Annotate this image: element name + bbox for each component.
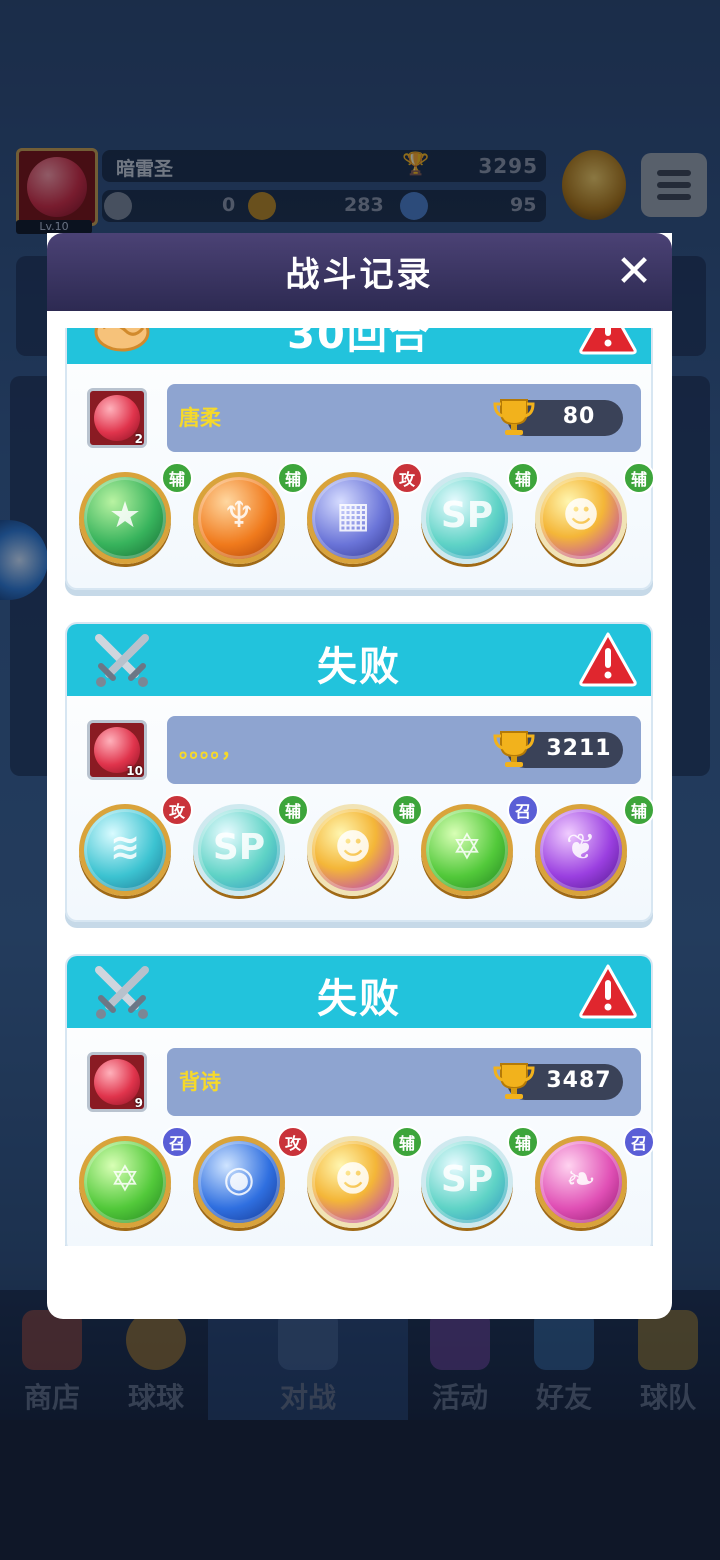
battle-record: 失败 10 。。。。， 3211 ≋ 攻 SP 辅 ☻ 辅 ✡ 召 ❦ 辅 <box>65 622 655 922</box>
grid-glyph-icon: ▦ <box>335 495 370 536</box>
sp-glyph-icon: SP <box>212 827 266 868</box>
trophy-icon <box>493 731 535 767</box>
opponent-avatar[interactable]: 9 <box>87 1052 147 1112</box>
rainbow-face-ball-icon[interactable]: ☻ <box>535 472 627 564</box>
battle-record: 失败 9 背诗 3487 ✡ 召 ◉ 攻 ☻ 辅 SP 辅 ❧ 召 <box>65 954 655 1246</box>
face-glyph-icon: ☻ <box>562 495 600 536</box>
modal-title: 战斗记录 <box>285 255 434 295</box>
role-badge: 攻 <box>161 794 193 826</box>
report-warning-icon[interactable] <box>577 328 639 356</box>
opponent-trophies: 3487 <box>546 1068 612 1093</box>
ball-lineup: ★ 辅 ♆ 辅 ▦ 攻 SP 辅 ☻ 辅 <box>79 462 655 572</box>
record-result: 失败 <box>317 644 401 690</box>
role-badge: 召 <box>623 1126 655 1158</box>
opponent-level: 2 <box>134 432 143 446</box>
role-badge: 辅 <box>391 1126 423 1158</box>
opponent-name: 唐柔 <box>179 406 221 430</box>
report-warning-icon[interactable] <box>577 630 639 688</box>
sp-glyph-icon: SP <box>440 495 494 536</box>
purple-leaf-ball-icon[interactable]: ❦ <box>535 804 627 896</box>
role-badge: 辅 <box>277 794 309 826</box>
role-badge: 辅 <box>391 794 423 826</box>
opponent-trophy-pill: 80 <box>493 399 623 436</box>
opponent-row: 10 。。。。， 3211 <box>85 716 641 784</box>
fire-orb-icon <box>94 395 140 441</box>
role-badge: 攻 <box>277 1126 309 1158</box>
fire-orb-icon <box>94 1059 140 1105</box>
orange-wing-ball-icon[interactable]: ♆ <box>193 472 285 564</box>
leaf-glyph-icon: ❦ <box>565 827 597 868</box>
opponent-level: 10 <box>126 764 143 778</box>
sp-hands-ball-icon[interactable]: SP <box>421 472 513 564</box>
opponent-info-bar: 背诗 3487 <box>167 1048 641 1116</box>
opponent-info-bar: 唐柔 80 <box>167 384 641 452</box>
ball-lineup: ✡ 召 ◉ 攻 ☻ 辅 SP 辅 ❧ 召 <box>79 1126 655 1236</box>
feather-glyph-icon: ❧ <box>565 1159 597 1200</box>
close-button[interactable]: ✕ <box>609 247 659 297</box>
record-header: 失败 <box>67 624 651 696</box>
opponent-avatar[interactable]: 2 <box>87 388 147 448</box>
report-warning-icon[interactable] <box>577 962 639 1020</box>
green-star-ball-icon[interactable]: ★ <box>79 472 171 564</box>
role-badge: 辅 <box>277 462 309 494</box>
sp-glyph-icon: SP <box>440 1159 494 1200</box>
green-hexagram-ball-icon[interactable]: ✡ <box>421 804 513 896</box>
record-list[interactable]: 30回合 2 唐柔 80 ★ 辅 ♆ 辅 ▦ 攻 SP 辅 ☻ 辅 失败 10 … <box>47 328 672 1246</box>
opponent-trophy-pill: 3487 <box>493 1063 623 1100</box>
role-badge: 辅 <box>623 794 655 826</box>
wing-glyph-icon: ♆ <box>222 495 256 536</box>
record-result: 失败 <box>317 976 401 1022</box>
trophy-icon <box>493 1063 535 1099</box>
pink-feather-ball-icon[interactable]: ❧ <box>535 1136 627 1228</box>
opponent-row: 9 背诗 3487 <box>85 1048 641 1116</box>
role-badge: 辅 <box>623 462 655 494</box>
opponent-name: 背诗 <box>179 1070 221 1094</box>
ball-lineup: ≋ 攻 SP 辅 ☻ 辅 ✡ 召 ❦ 辅 <box>79 794 655 904</box>
record-header: 失败 <box>67 956 651 1028</box>
record-header: 30回合 <box>67 328 651 364</box>
opponent-row: 2 唐柔 80 <box>85 384 641 452</box>
opponent-trophies: 80 <box>562 404 596 429</box>
opponent-trophies: 3211 <box>546 736 612 761</box>
star-glyph-icon: ★ <box>108 495 142 536</box>
record-result: 30回合 <box>287 328 431 358</box>
role-badge: 辅 <box>161 462 193 494</box>
sp-hands-ball-icon[interactable]: SP <box>421 1136 513 1228</box>
blue-grid-ball-icon[interactable]: ▦ <box>307 472 399 564</box>
opponent-trophy-pill: 3211 <box>493 731 623 768</box>
role-badge: 辅 <box>507 1126 539 1158</box>
face-glyph-icon: ☻ <box>334 827 372 868</box>
vortex-glyph-icon: ◉ <box>223 1159 255 1200</box>
opponent-info-bar: 。。。。， 3211 <box>167 716 641 784</box>
rainbow-face-ball-icon[interactable]: ☻ <box>307 804 399 896</box>
opponent-level: 9 <box>134 1096 143 1110</box>
tornado-glyph-icon: ≋ <box>109 827 141 868</box>
role-badge: 攻 <box>391 462 423 494</box>
opponent-name: 。。。。， <box>179 738 242 762</box>
rainbow-face-ball-icon[interactable]: ☻ <box>307 1136 399 1228</box>
role-badge: 召 <box>507 794 539 826</box>
blue-vortex-ball-icon[interactable]: ◉ <box>193 1136 285 1228</box>
hexagram-glyph-icon: ✡ <box>109 1159 141 1200</box>
role-badge: 召 <box>161 1126 193 1158</box>
cyan-tornado-ball-icon[interactable]: ≋ <box>79 804 171 896</box>
sp-hands-ball-icon[interactable]: SP <box>193 804 285 896</box>
battle-record: 30回合 2 唐柔 80 ★ 辅 ♆ 辅 ▦ 攻 SP 辅 ☻ 辅 <box>65 328 655 590</box>
hexagram-glyph-icon: ✡ <box>451 827 483 868</box>
modal-header: 战斗记录 ✕ <box>47 233 672 311</box>
face-glyph-icon: ☻ <box>334 1159 372 1200</box>
green-hexagram-ball-icon[interactable]: ✡ <box>79 1136 171 1228</box>
trophy-icon <box>493 399 535 435</box>
opponent-avatar[interactable]: 10 <box>87 720 147 780</box>
role-badge: 辅 <box>507 462 539 494</box>
